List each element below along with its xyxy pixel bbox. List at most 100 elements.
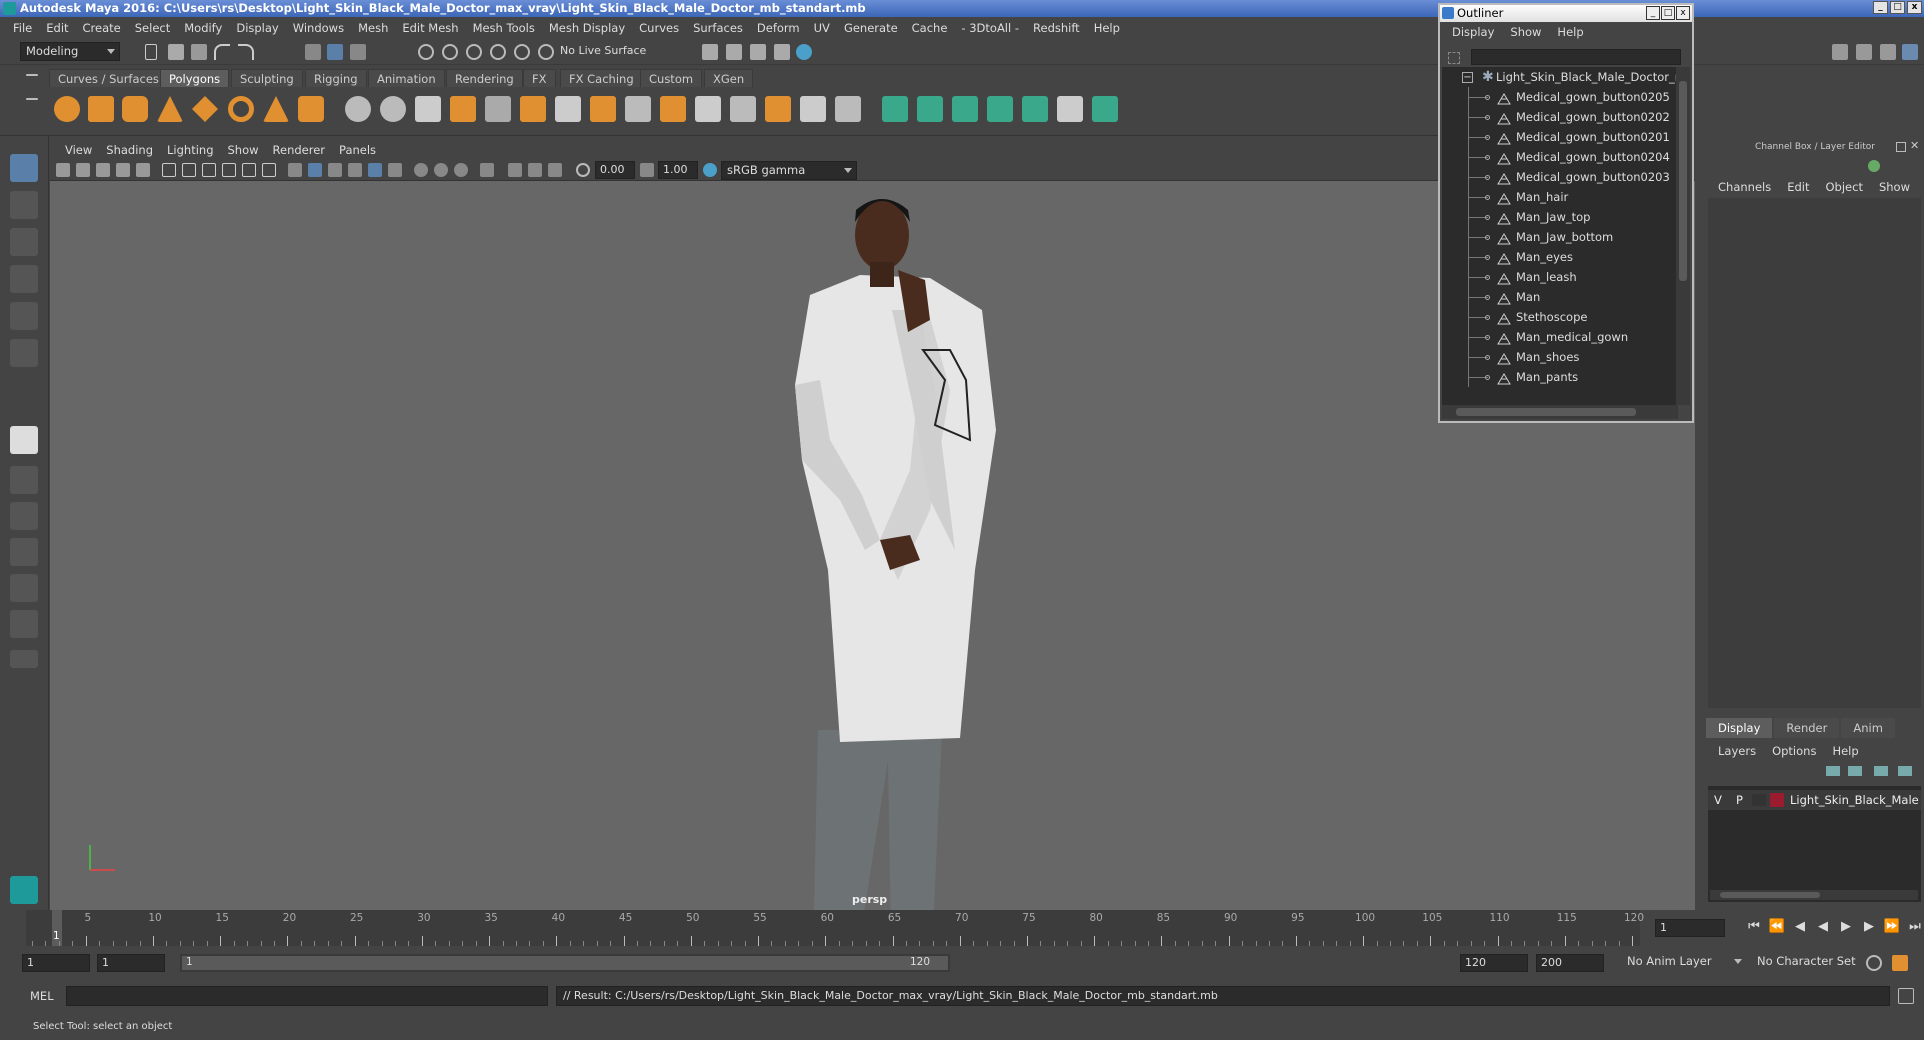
menu-create[interactable]: Create: [76, 21, 128, 35]
save-scene-icon[interactable]: [191, 44, 207, 60]
viewport-menu-shading[interactable]: Shading: [99, 143, 160, 157]
viewport-menu-panels[interactable]: Panels: [332, 143, 383, 157]
smooth-shading-icon[interactable]: [308, 163, 322, 177]
anti-aliasing-icon[interactable]: [454, 163, 468, 177]
shelf-tab-polygons[interactable]: Polygons: [160, 69, 230, 87]
shelf-tab-rendering[interactable]: Rendering: [446, 69, 523, 87]
render-settings-icon[interactable]: [750, 44, 766, 60]
outliner-horizontal-scrollbar[interactable]: [1442, 405, 1678, 419]
single-perspective-layout-icon[interactable]: [10, 426, 38, 454]
poly-sphere-icon[interactable]: [54, 96, 80, 122]
snap-point-icon[interactable]: [466, 44, 482, 60]
panel-float-icon[interactable]: [1896, 142, 1906, 152]
spherical-uv-icon[interactable]: [952, 96, 978, 122]
outliner-root-item[interactable]: − ✱ Light_Skin_Black_Male_Doctor_nc: [1442, 67, 1678, 87]
go-to-start-icon[interactable]: ⏮: [1745, 918, 1763, 936]
animation-start-field[interactable]: 1: [22, 954, 90, 972]
hypershade-layout-icon[interactable]: [10, 574, 38, 602]
play-forwards-icon[interactable]: ▶: [1837, 918, 1855, 936]
command-input[interactable]: [66, 986, 548, 1006]
layout-menu-icon[interactable]: [10, 650, 38, 668]
menu-edit[interactable]: Edit: [39, 21, 75, 35]
xray-joints-icon[interactable]: [528, 163, 542, 177]
tab-display[interactable]: Display: [1706, 718, 1773, 738]
resolution-gate-icon[interactable]: [202, 163, 216, 177]
new-layer-selected-icon[interactable]: [1898, 766, 1912, 776]
snap-curve-icon[interactable]: [442, 44, 458, 60]
layout-uv-icon[interactable]: [1092, 96, 1118, 122]
outliner-item[interactable]: Man_leash: [1442, 267, 1678, 287]
outliner-close-button[interactable]: x: [1676, 6, 1690, 20]
anim-layer-dropdown[interactable]: No Anim Layer: [1622, 953, 1746, 972]
animation-end-field[interactable]: 200: [1536, 954, 1604, 972]
menu-uv[interactable]: UV: [807, 21, 837, 35]
select-tool-icon[interactable]: [10, 154, 38, 182]
image-plane-icon[interactable]: [116, 163, 130, 177]
outliner-item[interactable]: Man_hair: [1442, 187, 1678, 207]
motion-blur-icon[interactable]: [434, 163, 448, 177]
shelf-tab-curves-surfaces[interactable]: Curves / Surfaces: [49, 69, 168, 87]
layer-row[interactable]: V P Light_Skin_Black_Male: [1708, 790, 1921, 810]
separate-icon[interactable]: [380, 96, 406, 122]
minimize-button[interactable]: _: [1873, 1, 1888, 14]
menu-deform[interactable]: Deform: [750, 21, 807, 35]
outliner-menu-display[interactable]: Display: [1444, 25, 1502, 39]
menu-select[interactable]: Select: [128, 21, 177, 35]
character-set-dropdown[interactable]: No Character Set: [1752, 953, 1862, 972]
hypershade-icon[interactable]: [774, 44, 790, 60]
channel-box-options-icon[interactable]: [1868, 160, 1880, 172]
outliner-item[interactable]: Medical_gown_button0201: [1442, 127, 1678, 147]
tab-anim[interactable]: Anim: [1841, 718, 1895, 738]
shelf-tab-rigging[interactable]: Rigging: [305, 69, 367, 87]
outliner-item[interactable]: Man_shoes: [1442, 347, 1678, 367]
tool-settings-icon[interactable]: [1880, 44, 1896, 60]
uv-editor-icon[interactable]: [1057, 96, 1083, 122]
auto-key-icon[interactable]: [1866, 955, 1882, 971]
ipr-render-icon[interactable]: [726, 44, 742, 60]
snap-view-plane-icon[interactable]: [490, 44, 506, 60]
viewport-menu-view[interactable]: View: [58, 143, 99, 157]
multi-cut-icon[interactable]: [555, 96, 581, 122]
bookmark-icon[interactable]: [96, 163, 110, 177]
outliner-item[interactable]: Medical_gown_button0204: [1442, 147, 1678, 167]
playback-end-field[interactable]: 120: [1460, 954, 1528, 972]
film-gate-icon[interactable]: [182, 163, 196, 177]
outliner-item[interactable]: Medical_gown_button0205: [1442, 87, 1678, 107]
script-editor-icon[interactable]: [1898, 988, 1914, 1004]
outliner-vertical-scrollbar[interactable]: [1676, 67, 1690, 405]
shelf-tab-fx-caching[interactable]: FX Caching: [560, 69, 643, 87]
channel-menu-edit[interactable]: Edit: [1779, 180, 1817, 194]
snap-surface-icon[interactable]: [514, 44, 530, 60]
redo-icon[interactable]: [238, 44, 254, 60]
select-hierarchy-icon[interactable]: [305, 44, 321, 60]
play-backwards-icon[interactable]: ◀: [1814, 918, 1832, 936]
move-layer-down-icon[interactable]: [1848, 766, 1862, 776]
poly-cylinder-icon[interactable]: [122, 96, 148, 122]
unfold-uv-icon[interactable]: [1022, 96, 1048, 122]
panel-close-icon[interactable]: ✕: [1910, 139, 1919, 152]
layer-menu-help[interactable]: Help: [1824, 744, 1866, 758]
bevel-icon[interactable]: [590, 96, 616, 122]
outliner-menu-help[interactable]: Help: [1549, 25, 1591, 39]
outliner-layout-icon[interactable]: [10, 610, 38, 638]
menu-generate[interactable]: Generate: [837, 21, 905, 35]
color-space-dropdown[interactable]: sRGB gamma: [721, 161, 857, 180]
color-management-icon[interactable]: [703, 163, 717, 177]
close-button[interactable]: x: [1907, 1, 1922, 14]
select-component-icon[interactable]: [350, 44, 366, 60]
backface-culling-icon[interactable]: [548, 163, 562, 177]
exposure-field[interactable]: 0.00: [595, 161, 635, 179]
select-camera-icon[interactable]: [56, 163, 70, 177]
smooth-icon[interactable]: [450, 96, 476, 122]
modeling-toolkit-icon[interactable]: [1832, 44, 1848, 60]
use-all-lights-icon[interactable]: [368, 163, 382, 177]
layer-playback-toggle[interactable]: P: [1736, 790, 1743, 810]
poly-cube-icon[interactable]: [88, 96, 114, 122]
lasso-tool-icon[interactable]: [10, 191, 38, 219]
field-chart-icon[interactable]: [242, 163, 256, 177]
current-frame-field[interactable]: 1: [1655, 919, 1725, 937]
menu-3dtoall[interactable]: - 3DtoAll -: [954, 21, 1026, 35]
viewport-menu-lighting[interactable]: Lighting: [160, 143, 220, 157]
persp-graph-layout-icon[interactable]: [10, 538, 38, 566]
menu-surfaces[interactable]: Surfaces: [686, 21, 750, 35]
